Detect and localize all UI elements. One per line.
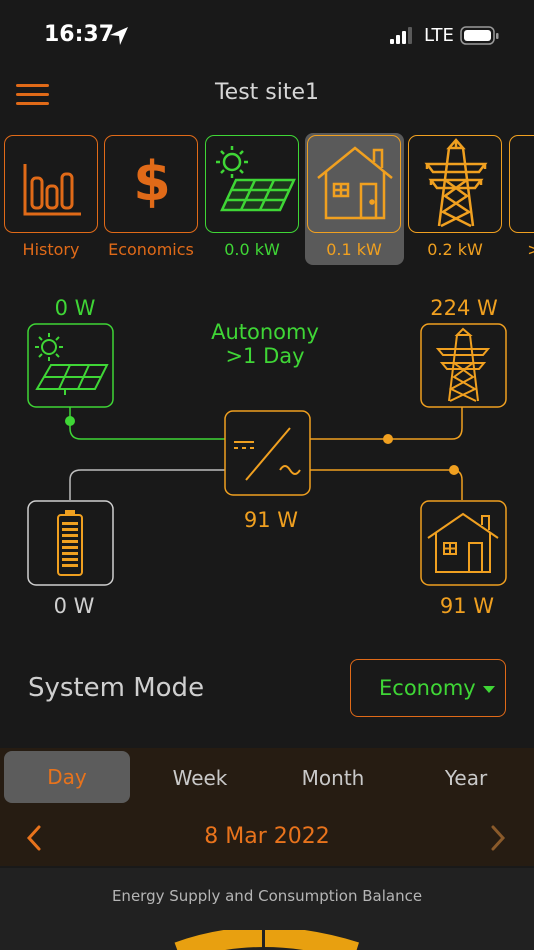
house-icon bbox=[427, 512, 499, 573]
solar-node[interactable] bbox=[27, 323, 114, 408]
inverter-icon bbox=[234, 427, 301, 481]
tab-year[interactable]: Year bbox=[400, 748, 532, 808]
energy-balance-card: Energy Supply and Consumption Balance bbox=[0, 868, 534, 950]
date-navigation: 8 Mar 2022 bbox=[0, 808, 534, 866]
solar-panel-icon bbox=[35, 333, 109, 395]
autonomy-value: >1 Day bbox=[225, 344, 305, 368]
solar-value: 0 W bbox=[54, 296, 96, 320]
chevron-right-icon[interactable] bbox=[488, 824, 508, 852]
battery-icon bbox=[57, 510, 83, 576]
system-mode-value: Economy bbox=[379, 676, 476, 700]
period-tabs: Day Week Month Year bbox=[0, 748, 534, 808]
battery-node[interactable] bbox=[27, 500, 114, 586]
dropdown-caret-icon bbox=[483, 686, 495, 693]
grid-node[interactable] bbox=[420, 323, 507, 408]
tab-week[interactable]: Week bbox=[134, 748, 266, 808]
system-mode-dropdown[interactable]: Economy bbox=[350, 659, 506, 717]
autonomy-text: Autonomy >1 Day bbox=[180, 320, 350, 368]
card-title: Energy Supply and Consumption Balance bbox=[111, 887, 423, 905]
tab-day[interactable]: Day bbox=[4, 751, 130, 803]
date-label: 8 Mar 2022 bbox=[204, 824, 330, 849]
balance-donut-chart bbox=[174, 930, 359, 950]
inverter-node[interactable] bbox=[224, 410, 311, 496]
grid-value: 224 W bbox=[430, 296, 498, 320]
power-tower-icon bbox=[435, 327, 491, 402]
inverter-value: 91 W bbox=[243, 508, 299, 532]
battery-value: 0 W bbox=[53, 594, 95, 618]
autonomy-label: Autonomy bbox=[211, 320, 319, 344]
tab-month[interactable]: Month bbox=[267, 748, 399, 808]
system-mode-label: System Mode bbox=[28, 673, 205, 703]
load-value: 91 W bbox=[439, 594, 495, 618]
load-node[interactable] bbox=[420, 500, 507, 586]
